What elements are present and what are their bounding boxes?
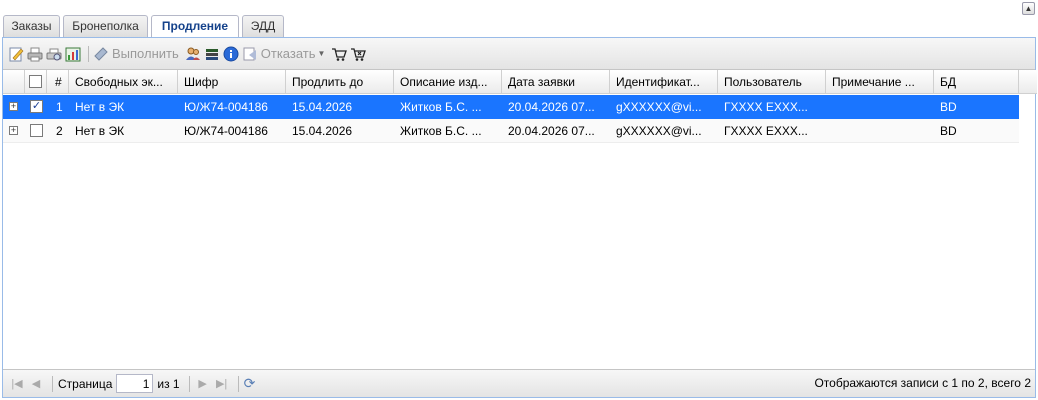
cell-db: BD (940, 124, 957, 138)
column-header-description[interactable]: Описание изд... (394, 70, 502, 94)
info-icon[interactable] (223, 46, 239, 62)
cell-description: Житков Б.С. ... (400, 124, 482, 138)
expand-row-icon[interactable]: + (9, 126, 18, 135)
cell-renew-until: 15.04.2026 (292, 124, 353, 138)
cell-free-copies: Нет в ЭК (75, 100, 125, 114)
cell-code: Ю/Ж74-004186 (184, 100, 268, 114)
column-header-identifier[interactable]: Идентификат... (610, 70, 718, 94)
books-icon[interactable] (204, 46, 220, 62)
paging-toolbar: |◀ ◀ Страница из 1 ▶ ▶| ⟳ Отображаются з… (3, 369, 1035, 397)
tab-renewal[interactable]: Продление (151, 15, 239, 38)
reject-icon (242, 46, 258, 62)
reject-dropdown-arrow-icon[interactable]: ▼ (318, 49, 326, 58)
cell-request-date: 20.04.2026 07... (508, 124, 595, 138)
next-page-icon[interactable]: ▶ (195, 377, 211, 390)
cell-identifier: gXXXXXX@vi... (616, 124, 702, 138)
tab-edd[interactable]: ЭДД (242, 15, 284, 37)
execute-button[interactable]: Выполнить (112, 46, 179, 61)
column-header-renew-until[interactable]: Продлить до (286, 70, 394, 94)
column-header-request-date[interactable]: Дата заявки (502, 70, 610, 94)
column-header-free-copies[interactable]: Свободных эк... (69, 70, 178, 94)
grid-header-filler (1019, 70, 1037, 94)
pager-separator (52, 375, 53, 392)
cell-db: BD (940, 100, 957, 114)
collapse-up-icon[interactable]: ▲ (1022, 2, 1035, 15)
cell-user: ГXXXX EXXX... (724, 124, 808, 138)
prev-page-icon[interactable]: ◀ (28, 377, 44, 390)
cart-remove-icon[interactable] (350, 46, 367, 62)
cell-description: Житков Б.С. ... (400, 100, 482, 114)
tab-orders[interactable]: Заказы (3, 15, 60, 37)
row-checkbox[interactable] (30, 124, 43, 137)
grid-header: # Свободных эк... Шифр Продлить до Описа… (3, 70, 1019, 94)
page-count-label: из 1 (157, 376, 180, 391)
column-header-note[interactable]: Примечание ... (826, 70, 934, 94)
pager-separator (237, 375, 239, 392)
cell-note (826, 119, 934, 143)
cell-note (826, 95, 934, 119)
tab-bar: Заказы Бронеполка Продление ЭДД ▲ (0, 0, 1038, 38)
toolbar-separator (88, 45, 89, 62)
print-icon[interactable] (27, 46, 43, 62)
select-all-checkbox[interactable] (29, 75, 42, 88)
cell-request-date: 20.04.2026 07... (508, 100, 595, 114)
cell-identifier: gXXXXXX@vi... (616, 100, 702, 114)
edit-icon[interactable] (8, 46, 24, 62)
renewal-panel: Выполнить Отказать ▼ # Свободных эк... Ш… (2, 37, 1037, 398)
column-header-code[interactable]: Шифр (178, 70, 286, 94)
print-preview-icon[interactable] (46, 46, 62, 62)
first-page-icon[interactable]: |◀ (9, 377, 25, 390)
cell-number: 1 (56, 100, 63, 114)
cart-icon[interactable] (331, 46, 348, 62)
table-row[interactable]: + ✓ 1 Нет в ЭК Ю/Ж74-004186 15.04.2026 Ж… (3, 95, 1019, 119)
page-number-input[interactable] (116, 374, 154, 393)
toolbar: Выполнить Отказать ▼ (3, 38, 1035, 70)
execute-icon (93, 46, 109, 62)
reject-button[interactable]: Отказать (261, 46, 316, 61)
expand-row-icon[interactable]: + (9, 102, 18, 111)
refresh-icon[interactable]: ⟳ (244, 375, 256, 392)
page-label: Страница (58, 376, 113, 391)
column-header-user[interactable]: Пользователь (718, 70, 826, 94)
cell-user: ГXXXX EXXX... (724, 100, 808, 114)
cell-renew-until: 15.04.2026 (292, 100, 353, 114)
row-checkbox[interactable]: ✓ (30, 100, 43, 113)
pager-separator (188, 375, 190, 392)
header-checkbox-column[interactable] (25, 70, 47, 94)
tab-reserve-shelf[interactable]: Бронеполка (63, 15, 148, 37)
renewal-grid: # Свободных эк... Шифр Продлить до Описа… (3, 70, 1037, 370)
excel-icon[interactable] (65, 46, 81, 62)
cell-number: 2 (56, 124, 63, 138)
cell-code: Ю/Ж74-004186 (184, 124, 268, 138)
last-page-icon[interactable]: ▶| (214, 377, 230, 390)
paging-info: Отображаются записи с 1 по 2, всего 2 (814, 376, 1031, 390)
cell-free-copies: Нет в ЭК (75, 124, 125, 138)
table-row[interactable]: + 2 Нет в ЭК Ю/Ж74-004186 15.04.2026 Жит… (3, 119, 1019, 143)
header-expander-column (3, 70, 25, 94)
users-icon[interactable] (185, 46, 201, 62)
column-header-db[interactable]: БД (934, 70, 1019, 94)
column-header-number[interactable]: # (47, 70, 69, 94)
